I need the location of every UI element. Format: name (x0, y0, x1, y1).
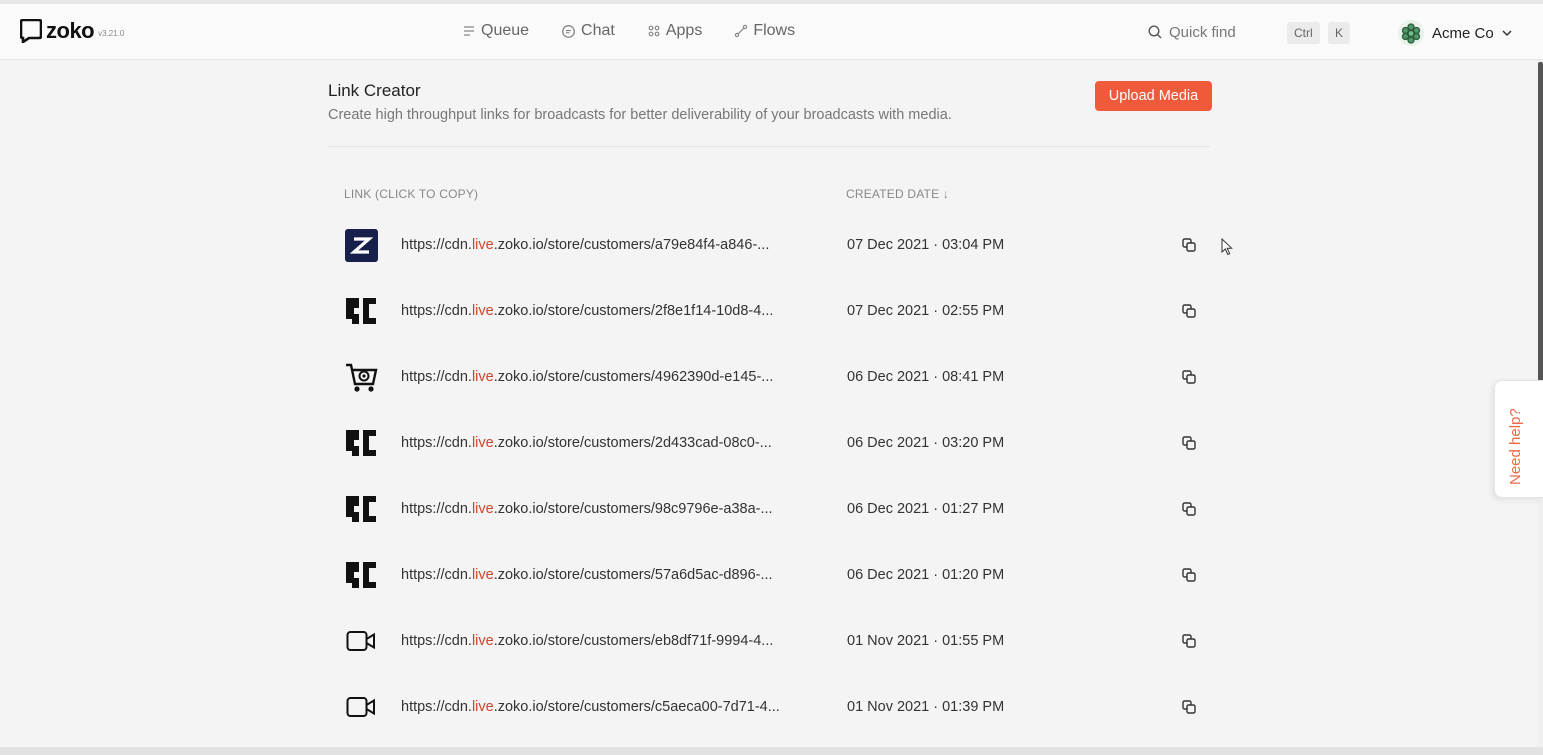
link-text[interactable]: https://cdn.live.zoko.io/store/customers… (401, 303, 773, 319)
table-row: https://cdn.live.zoko.io/store/customers… (328, 294, 1228, 360)
link-text[interactable]: https://cdn.live.zoko.io/store/customers… (401, 369, 773, 385)
search-icon (1148, 25, 1162, 39)
video-thumb (344, 690, 378, 724)
quick-find: Ctrl K (1139, 16, 1359, 48)
table-row: https://cdn.live.zoko.io/store/customers… (328, 690, 1228, 755)
copy-icon[interactable] (1181, 567, 1197, 583)
logo-text: zoko (46, 18, 95, 43)
need-help-tab[interactable]: Need help? (1494, 380, 1543, 498)
header-divider (328, 146, 1210, 147)
nav-apps-label: Apps (665, 22, 703, 39)
column-header-link: LINK (CLICK TO COPY) (344, 187, 479, 201)
link-text[interactable]: https://cdn.live.zoko.io/store/customers… (401, 633, 773, 649)
app-header: zoko v3.21.0 Queue Chat Apps Flows Ctrl … (0, 4, 1543, 60)
created-date: 07 Dec 2021 · 02:55 PM (847, 303, 1005, 319)
page-title: Link Creator (328, 81, 421, 100)
brand-logo-thumb (344, 426, 378, 460)
link-text[interactable]: https://cdn.live.zoko.io/store/customers… (401, 237, 769, 253)
nav-chat-label: Chat (581, 22, 615, 39)
mouse-cursor-icon (1221, 238, 1233, 256)
nav-queue-label: Queue (481, 22, 530, 39)
main-nav: Queue Chat Apps Flows (462, 22, 795, 40)
copy-icon[interactable] (1181, 633, 1197, 649)
link-text[interactable]: https://cdn.live.zoko.io/store/customers… (401, 501, 773, 517)
zoko-logo-thumb (344, 228, 378, 262)
table-row: https://cdn.live.zoko.io/store/customers… (328, 624, 1228, 690)
nav-flows[interactable]: Flows (734, 22, 795, 40)
flows-icon (735, 24, 748, 38)
table-row: https://cdn.live.zoko.io/store/customers… (328, 558, 1228, 624)
need-help-label: Need help? (1507, 408, 1524, 485)
copy-icon[interactable] (1181, 699, 1197, 715)
app-logo[interactable]: zoko v3.21.0 (20, 18, 124, 44)
created-date: 06 Dec 2021 · 03:20 PM (847, 435, 1005, 451)
table-row: https://cdn.live.zoko.io/store/customers… (328, 492, 1228, 558)
table-row: https://cdn.live.zoko.io/store/customers… (328, 228, 1228, 294)
copy-icon[interactable] (1181, 369, 1197, 385)
created-date: 06 Dec 2021 · 01:27 PM (847, 501, 1005, 517)
upload-media-button[interactable]: Upload Media (1095, 81, 1212, 111)
scrollbar-thumb[interactable] (1538, 62, 1543, 384)
link-text[interactable]: https://cdn.live.zoko.io/store/customers… (401, 567, 773, 583)
zoko-logo-icon (20, 19, 42, 43)
shortcut-k-key: K (1328, 22, 1351, 44)
queue-icon (464, 26, 474, 36)
created-date: 06 Dec 2021 · 01:20 PM (847, 567, 1005, 583)
copy-icon[interactable] (1181, 237, 1197, 253)
cart-thumb (344, 360, 378, 394)
account-avatar-icon (1398, 20, 1424, 46)
video-thumb (344, 624, 378, 658)
column-header-created-date[interactable]: CREATED DATE ↓ (846, 187, 949, 201)
brand-logo-thumb (344, 294, 378, 328)
nav-queue[interactable]: Queue (462, 22, 529, 40)
bottom-edge (0, 747, 1543, 755)
chevron-down-icon (1502, 30, 1512, 37)
copy-icon[interactable] (1181, 501, 1197, 517)
brand-logo-thumb (344, 558, 378, 592)
account-name: Acme Co (1432, 24, 1494, 42)
created-date: 01 Nov 2021 · 01:39 PM (847, 699, 1005, 715)
nav-flows-label: Flows (753, 22, 796, 39)
quick-find-input[interactable] (1169, 23, 1289, 41)
chat-icon (562, 24, 575, 38)
apps-icon (648, 25, 660, 37)
link-text[interactable]: https://cdn.live.zoko.io/store/customers… (401, 435, 772, 451)
page-subtitle: Create high throughput links for broadca… (328, 107, 952, 123)
created-date: 07 Dec 2021 · 03:04 PM (847, 237, 1005, 253)
copy-icon[interactable] (1181, 435, 1197, 451)
nav-chat[interactable]: Chat (561, 22, 615, 40)
account-menu[interactable]: Acme Co (1397, 19, 1513, 47)
brand-logo-thumb (344, 492, 378, 526)
shortcut-ctrl-key: Ctrl (1287, 22, 1320, 44)
created-date: 01 Nov 2021 · 01:55 PM (847, 633, 1005, 649)
table-row: https://cdn.live.zoko.io/store/customers… (328, 360, 1228, 426)
copy-icon[interactable] (1181, 303, 1197, 319)
table-row: https://cdn.live.zoko.io/store/customers… (328, 426, 1228, 492)
created-date: 06 Dec 2021 · 08:41 PM (847, 369, 1005, 385)
nav-apps[interactable]: Apps (647, 22, 702, 40)
version-label: v3.21.0 (98, 28, 125, 38)
link-text[interactable]: https://cdn.live.zoko.io/store/customers… (401, 699, 780, 715)
